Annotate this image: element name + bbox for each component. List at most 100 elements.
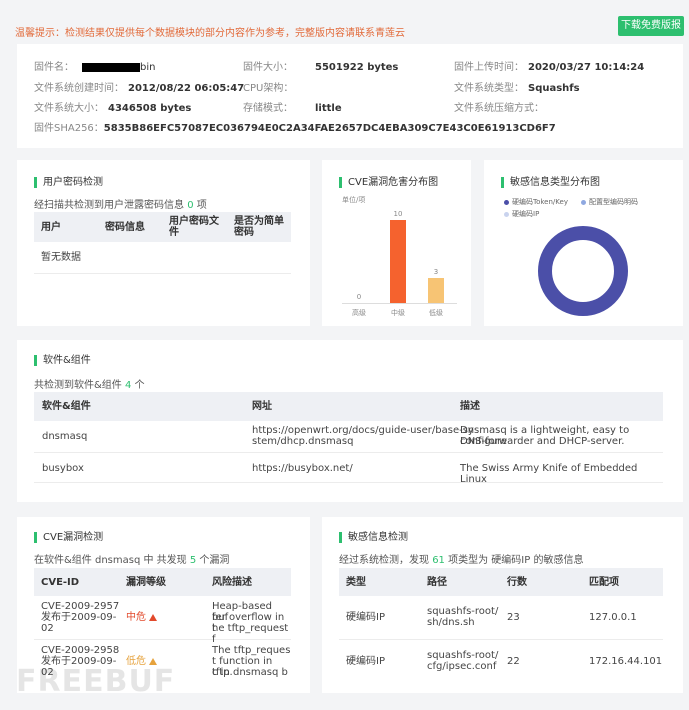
col-component: 软件&组件 [42,401,91,412]
fw-sha: 固件SHA256：5835B86EFC57087EC036794E0C2A34F… [34,119,556,134]
sensitive-check-card: 敏感信息检测 经过系统检测，发现 61 项类型为 硬编码IP 的敏感信息 类型 … [322,517,683,693]
component-url-line1[interactable]: https://openwrt.org/docs/guide-user/base… [252,425,474,436]
redacted-name [82,62,140,72]
download-report-button[interactable]: 下载免费版报 [618,16,684,36]
summary-suffix: 项类型为 硬编码IP 的敏感信息 [448,555,584,566]
table-row: CVE-2009-2957 发布于2009-09- 02 中危 Heap-bas… [34,596,291,645]
password-check-card: 用户密码检测 经扫描共检测到用户泄露密码信息 0 项 用户 密码信息 用户密码文… [17,160,310,326]
chart-bar-2 [428,278,444,303]
table-row: dnsmasq https://openwrt.org/docs/guide-u… [34,421,663,453]
component-url[interactable]: https://busybox.net/ [252,463,353,474]
password-table-header: 用户 密码信息 用户密码文件 是否为简单密码 [34,212,291,242]
col-line: 行数 [507,577,527,588]
chart-baseline [342,303,457,304]
sensitive-line: 22 [507,656,520,667]
cpu-label: CPU架构： [243,83,294,94]
cve-date-line1: 发布于2009-09- [41,612,117,623]
cve-table-header: CVE-ID 漏洞等级 风险描述 [34,568,291,596]
chart-bar-1 [390,220,406,303]
fs-size: 文件系统大小： 4346508 bytes [34,99,191,114]
sensitive-type: 硬编码IP [346,656,385,667]
fw-name-label: 固件名： [34,62,74,73]
components-table-header: 软件&组件 网址 描述 [34,392,663,421]
upload-time: 固件上传时间： 2020/03/27 10:14:24 [454,58,644,73]
endian: 存储模式： little [243,99,342,114]
summary-count: 5 [189,555,197,566]
empty-text: 暂无数据 [41,252,81,263]
fs-type-value: Squashfs [528,83,580,94]
upload-time-label: 固件上传时间： [454,62,524,73]
compress-label: 文件系统压缩方式： [454,103,544,114]
legend-label-token: 硬编码Token/Key [512,198,568,206]
password-check-title: 用户密码检测 [34,177,103,188]
sensitive-chart-card: 敏感信息类型分布图 硬编码Token/Key 配置型编码明码 硬编码IP [484,160,683,326]
notice-text: 温馨提示：检测结果仅提供每个数据模块的部分内容作为参考，完整版内容请联系青莲云 [15,28,405,39]
table-row: 硬编码IP squashfs-root/ cfg/ipsec.conf 22 1… [339,641,663,683]
summary-prefix: 经过系统检测，发现 [339,555,429,566]
donut-ring [538,226,628,316]
endian-value: little [315,103,342,114]
fs-size-value: 4346508 bytes [108,103,192,114]
component-desc: The Swiss Army Knife of Embedded Linux [460,463,638,485]
legend-label-config: 配置型编码明码 [589,198,638,206]
legend-label-ip: 硬编码IP [512,210,540,218]
summary-suffix: 个漏洞 [199,555,230,566]
component-url-line2[interactable]: stem/dhcp.dnsmasq [252,436,353,447]
cve-level: 中危 [126,612,157,623]
cve-check-summary: 在软件&组件 dnsmasq 中 共发现 5 个漏洞 [34,551,229,566]
legend-dot-config [581,199,586,205]
cve-level-text: 中危 [126,612,146,623]
table-row: 硬编码IP squashfs-root/ sh/dns.sh 23 127.0.… [339,596,663,640]
fs-type: 文件系统类型： Squashfs [454,79,580,94]
sensitive-check-title: 敏感信息检测 [339,532,408,543]
col-type: 类型 [346,577,366,588]
col-level: 漏洞等级 [126,577,166,588]
sensitive-path-line1: squashfs-root/ [427,650,499,661]
col-url: 网址 [252,401,272,412]
summary-count: 4 [125,380,132,391]
sensitive-type: 硬编码IP [346,612,385,623]
cve-chart-plot: 0 高级 10 中级 3 低级 [322,160,471,326]
sha-label: 固件SHA256： [34,123,104,134]
password-check-summary: 经扫描共检测到用户泄露密码信息 0 项 [34,196,207,211]
warning-icon [149,613,157,621]
fs-created-label: 文件系统创建时间： [34,83,124,94]
sensitive-donut-chart [538,226,628,316]
cve-id[interactable]: CVE-2009-2958 [41,645,119,656]
cve-desc-line3: c in dnsmasq b [212,667,288,678]
firmware-info-card: 固件名： bin 固件大小： 5501922 bytes 固件上传时间： 2020/0… [17,44,683,148]
chart-data-label-2: 3 [433,268,439,276]
endian-label: 存储模式： [243,103,293,114]
sensitive-path-line1: squashfs-root/ [427,606,499,617]
freebuf-watermark: FREEBUF [16,664,176,699]
col-path: 路径 [427,577,447,588]
sensitive-path-line2: sh/dns.sh [427,617,475,628]
fs-type-label: 文件系统类型： [454,83,524,94]
sensitive-line: 23 [507,612,520,623]
fs-created: 文件系统创建时间： 2012/08/22 06:05:47 [34,79,244,94]
chart-data-label-1: 10 [393,210,403,218]
summary-prefix: 共检测到软件&组件 [34,380,122,391]
sensitive-chart-title: 敏感信息类型分布图 [501,177,600,188]
legend-dot-ip [504,211,509,217]
chart-category-label-0: 高级 [352,309,366,317]
cpu-arch: CPU架构： [243,79,297,94]
sensitive-match: 127.0.0.1 [589,612,637,623]
col-risk-desc: 风险描述 [212,577,252,588]
components-summary: 共检测到软件&组件 4 个 [34,376,145,391]
sensitive-check-summary: 经过系统检测，发现 61 项类型为 硬编码IP 的敏感信息 [339,551,583,566]
fw-size-value: 5501922 bytes [315,62,399,73]
col-simple-password: 是否为简单密码 [234,216,284,238]
table-row: busybox https://busybox.net/ The Swiss A… [34,453,663,485]
fs-size-label: 文件系统大小： [34,103,104,114]
cve-chart-card: CVE漏洞危害分布图 单位/项 0 高级 10 中级 3 低级 [322,160,471,326]
col-password-file: 用户密码文件 [169,216,219,238]
summary-suffix: 个 [134,380,145,391]
cve-id[interactable]: CVE-2009-2957 [41,601,119,612]
summary-prefix: 在软件&组件 dnsmasq 中 共发现 [34,555,187,566]
sensitive-match: 172.16.44.101 [589,656,663,667]
summary-count: 0 [187,200,194,211]
col-user: 用户 [41,222,61,233]
legend-item-ip: 硬编码IP [504,209,539,219]
sha-value: 5835B86EFC57087EC036794E0C2A34FAE2657DC4… [103,123,556,134]
